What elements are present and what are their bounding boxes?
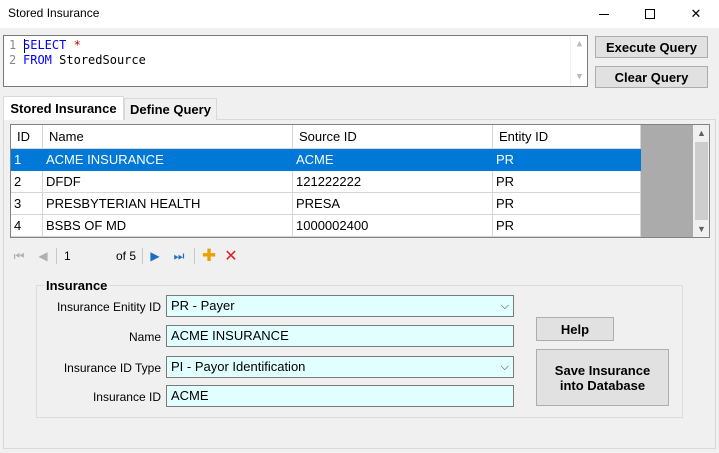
entity-id-value: PR - Payer [171, 298, 235, 313]
cell-name: BSBS OF MD [43, 215, 293, 237]
close-icon: ✕ [690, 6, 702, 22]
cell-id: 3 [11, 193, 43, 215]
sql-table-name: StoredSource [59, 53, 146, 67]
cell-id: 1 [11, 149, 43, 171]
name-field[interactable]: ACME INSURANCE [166, 325, 514, 347]
scroll-down-icon[interactable]: ▼ [693, 224, 709, 234]
cell-name: PRESBYTERIAN HEALTH [43, 193, 293, 215]
navigator-separator [194, 248, 195, 264]
sql-star: * [73, 38, 81, 52]
line-number: 2 [9, 53, 17, 67]
cell-source-id: ACME [293, 149, 493, 171]
tab-stored-insurance[interactable]: Stored Insurance [3, 96, 124, 120]
tab-define-query[interactable]: Define Query [124, 98, 217, 120]
id-type-value: PI - Payor Identification [171, 359, 306, 374]
query-line-2: FROM StoredSource [23, 53, 146, 67]
save-button-line-2: into Database [559, 377, 646, 393]
minimize-button[interactable] [581, 0, 627, 28]
navigator-separator [56, 248, 57, 264]
insurance-group-title: Insurance [44, 278, 110, 293]
editor-scrollbar[interactable]: ▲ ▼ [570, 36, 587, 86]
cell-entity-id: PR [493, 215, 641, 237]
sql-keyword: FROM [23, 53, 52, 67]
table-row[interactable]: 3 PRESBYTERIAN HEALTH PRESA PR [11, 193, 641, 215]
cell-name: ACME INSURANCE [43, 149, 293, 171]
column-header-id[interactable]: ID [11, 125, 43, 149]
scroll-down-icon[interactable]: ▼ [571, 72, 588, 82]
window-title: Stored Insurance [8, 6, 100, 20]
cell-source-id: 1000002400 [293, 215, 493, 237]
id-type-select[interactable]: PI - Payor Identification ⌵ [166, 356, 514, 378]
cell-id: 2 [11, 171, 43, 193]
cell-name: DFDF [43, 171, 293, 193]
query-editor[interactable]: 1 2 SELECT * FROM StoredSource ▲ ▼ [3, 35, 588, 87]
grid-scrollbar[interactable]: ▲ ▼ [693, 125, 709, 237]
table-row[interactable]: 4 BSBS OF MD 1000002400 PR [11, 215, 641, 237]
cell-id: 4 [11, 215, 43, 237]
add-new-icon[interactable]: ✚ [201, 246, 217, 265]
table-row[interactable]: 2 DFDF 121222222 PR [11, 171, 641, 193]
help-button[interactable]: Help [536, 317, 614, 341]
name-label: Name [128, 330, 161, 344]
position-input[interactable]: 1 [60, 246, 112, 266]
move-next-icon[interactable]: ▶ [148, 248, 162, 264]
entity-id-label: Insurance Enitity ID [56, 300, 161, 314]
insurance-id-label: Insurance ID [92, 390, 161, 404]
clear-query-button[interactable]: Clear Query [595, 66, 708, 88]
execute-query-button[interactable]: Execute Query [595, 36, 708, 58]
cell-entity-id: PR [493, 193, 641, 215]
column-header-source-id[interactable]: Source ID [293, 125, 493, 149]
chevron-down-icon[interactable]: ⌵ [501, 357, 509, 377]
entity-id-select[interactable]: PR - Payer ⌵ [166, 295, 514, 317]
line-number: 1 [9, 38, 17, 52]
cell-source-id: PRESA [293, 193, 493, 215]
cell-entity-id: PR [493, 149, 641, 171]
move-first-icon[interactable]: ⏮ [12, 248, 26, 264]
save-insurance-button[interactable]: Save Insurance into Database [536, 349, 669, 406]
insurance-id-field[interactable]: ACME [166, 385, 514, 407]
maximize-icon [645, 9, 655, 19]
scroll-up-icon[interactable]: ▲ [693, 128, 709, 138]
save-button-line-1: Save Insurance [554, 362, 651, 378]
move-last-icon[interactable]: ⏭ [172, 248, 186, 264]
move-previous-icon[interactable]: ◀ [36, 248, 50, 264]
delete-icon[interactable]: ✕ [223, 248, 239, 265]
table-row[interactable]: 1 ACME INSURANCE ACME PR [11, 149, 641, 171]
column-header-name[interactable]: Name [43, 125, 293, 149]
insurance-grid[interactable]: ID Name Source ID Entity ID 1 ACME INSUR… [10, 124, 710, 238]
sql-keyword: SELECT [23, 38, 67, 52]
chevron-down-icon[interactable]: ⌵ [501, 296, 509, 316]
minimize-icon [599, 13, 609, 15]
query-line-1: SELECT * [23, 38, 81, 52]
cell-source-id: 121222222 [293, 171, 493, 193]
id-type-label: Insurance ID Type [63, 361, 161, 375]
maximize-button[interactable] [627, 0, 673, 28]
scroll-up-icon[interactable]: ▲ [571, 39, 588, 49]
close-button[interactable]: ✕ [673, 0, 719, 28]
navigator-separator [142, 248, 143, 264]
cell-entity-id: PR [493, 171, 641, 193]
title-bar: Stored Insurance ✕ [0, 0, 719, 28]
record-count: of 5 [116, 249, 137, 263]
scroll-thumb[interactable] [695, 142, 708, 220]
column-header-entity-id[interactable]: Entity ID [493, 125, 641, 149]
